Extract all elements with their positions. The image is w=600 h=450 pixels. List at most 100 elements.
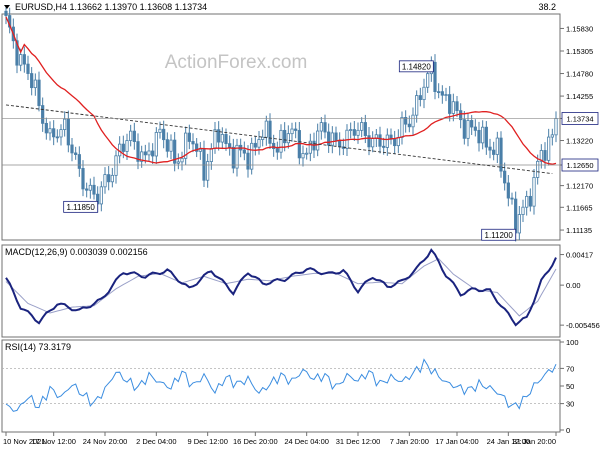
annotation-label: 1.11200 [485,231,514,240]
rsi-tick-label: 70 [566,364,574,373]
candle-body [121,143,125,152]
candle-body [415,95,419,116]
candle-body [418,95,422,101]
candle-body [63,118,67,130]
candle-body [550,134,554,138]
candle-body [286,133,290,144]
candle-body [554,118,558,136]
candle-body [88,184,92,191]
time-tick-label: 24 Nov 20:00 [83,437,128,446]
candle-body [440,91,444,96]
candle-body [275,148,279,153]
candle-body [393,138,397,147]
price-tick-label: 1.11135 [566,226,592,235]
candle-body [503,170,507,184]
symbol-header: EURUSD,H4 1.13662 1.13970 1.13608 1.1373… [15,2,207,12]
candle-body [488,146,492,151]
macd-tick-label: 0.00417 [566,251,593,260]
candle-body [4,10,8,16]
candle-body [536,160,540,178]
candle-body [165,139,169,152]
candle-body [81,168,85,190]
candle-body [52,128,56,138]
candle-body [422,86,426,101]
candle-body [514,198,518,234]
candle-body [525,195,529,208]
time-tick-label: 17 Jan 04:00 [435,437,478,446]
candle-body [132,130,136,142]
candle-body [213,129,217,149]
candle-body [198,148,202,152]
price-tick-label: 1.15305 [566,47,593,56]
candle-body [77,154,81,169]
time-tick-label: 2 Dec 04:00 [136,437,176,446]
price-tick-label: 1.13220 [566,137,593,146]
candle-body [316,130,320,151]
candle-body [242,149,246,154]
candle-body [334,132,338,142]
time-tick-label: 31 Jan 20:00 [513,437,556,446]
candle-body [283,129,287,144]
candle-body [30,73,34,89]
candle-body [264,120,268,138]
candle-body [319,122,323,132]
candle-body [521,206,525,215]
candle-body [510,197,514,200]
macd-title: MACD(12,26,9) 0.003039 0.002156 [5,247,148,257]
candle-body [349,129,353,131]
candle-body [290,128,294,135]
candle-body [253,142,257,148]
candle-body [356,129,360,136]
candle-body [70,144,74,154]
time-tick-label: 17 Nov 12:00 [31,437,76,446]
time-tick-label: 16 Dec 20:00 [233,437,278,446]
rsi-tick-label: 50 [566,382,574,391]
candle-body [426,73,430,88]
chart: ActionForex.com 1.15830 1.15305 1.14780 1.1… [0,0,600,450]
candle-body [455,101,459,112]
candle-body [330,132,334,146]
candle-body [176,161,180,164]
rsi-tick-label: 0 [566,426,570,435]
candle-body [41,105,45,124]
candle-body [279,129,283,153]
candle-body [151,150,155,157]
macd-tick-label: 0.00 [566,281,581,290]
candle-body [220,134,224,143]
candle-body [224,134,228,145]
candle-body [228,143,232,148]
candle-body [129,130,133,141]
candle-body [433,61,437,93]
candle-body [451,101,455,114]
candle-body [466,120,470,139]
annotation-label: 1.14820 [402,62,431,71]
candle-body [437,91,441,94]
candle-body [209,148,213,162]
annotation-label: 1.11850 [67,203,96,212]
corner-value: 38.2 [538,2,556,12]
price-tick-label: 1.14780 [566,70,593,79]
candle-body [169,139,173,152]
candle-body [411,114,415,128]
candle-body [473,126,477,131]
rsi-tick-label: 100 [566,338,579,347]
candle-body [360,122,364,131]
candle-body [543,150,547,161]
candle-body [499,137,503,172]
candle-body [85,188,89,191]
time-tick-label: 31 Dec 12:00 [336,437,381,446]
candle-body [305,152,309,155]
candle-body [110,174,114,183]
rsi-tick-label: 30 [566,400,574,409]
rsi-title: RSI(14) 73.3179 [5,342,71,352]
candle-body [547,136,551,161]
candle-body [158,128,162,133]
macd-tick-label: -0.005456 [566,321,600,330]
candle-body [206,161,210,181]
level-price-tag: 1.12650 [566,161,593,170]
candle-body [272,142,276,150]
candle-body [268,120,272,144]
candle-body [448,94,452,114]
candle-body [495,137,499,155]
candle-body [125,140,129,152]
